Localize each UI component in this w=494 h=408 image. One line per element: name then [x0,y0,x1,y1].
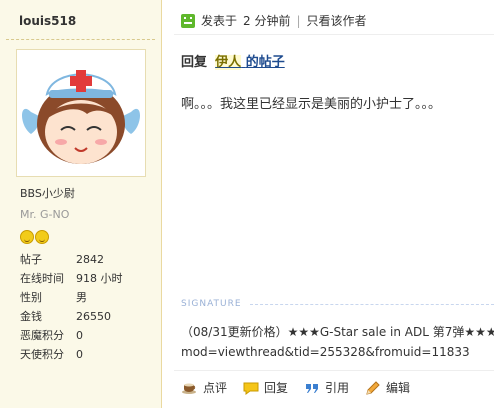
stat-label: 天使积分 [20,348,64,361]
reply-label: 回复 [264,381,289,395]
stat-row: 恶魔积分 0 [20,326,123,345]
posted-prefix: 发表于 [201,14,238,28]
stat-value: 918 小时 [76,272,123,285]
coffee-cup-icon [182,380,198,396]
stat-label: 帖子 [20,253,42,266]
author-rank: BBS小少尉 [20,187,75,200]
signature-label: SIGNATURE [181,299,242,309]
signature-line[interactable]: mod=viewthread&tid=255328&fromuid=11833 [181,342,494,362]
smiley-medal-icon [20,230,34,244]
pencil-icon [365,380,381,396]
speech-bubble-icon [243,380,259,396]
signature-line[interactable]: （08/31更新价格）★★★G-Star sale in ADL 第7弹★★★ [181,322,494,342]
meta-divider [174,34,494,35]
quote-label: 引用 [325,381,350,395]
post-meta-bar: 发表于 2 分钟前 | 只看该作者 [181,12,367,29]
edit-button[interactable]: 编辑 [365,379,410,396]
reply-target-user: 伊人 [215,55,242,70]
online-status-icon [181,13,195,28]
reply-heading: 回复 伊人 的帖子 [181,51,285,70]
actions-divider [174,370,494,371]
stat-value: 0 [76,329,83,342]
reply-button[interactable]: 回复 [243,379,288,396]
stat-row: 性别 男 [20,288,123,307]
signature: （08/31更新价格）★★★G-Star sale in ADL 第7弹★★★ … [181,322,494,362]
rate-button[interactable]: 点评 [182,379,227,396]
stat-label: 恶魔积分 [20,329,64,342]
quote-icon [304,380,320,396]
stat-label: 性别 [20,291,42,304]
author-sidebar: louis518 BBS小少尉 Mr. G-NO 帖子 2842 在线时间 91… [0,0,162,408]
posted-time: 2 分钟前 [243,14,291,28]
reply-target-suffix: 的帖子 [245,55,285,70]
post-content: 发表于 2 分钟前 | 只看该作者 回复 伊人 的帖子 啊。。。我这里已经显示是… [162,0,494,408]
stat-value: 男 [76,291,87,304]
quote-button[interactable]: 引用 [304,379,349,396]
stat-row: 金钱 26550 [20,307,123,326]
smiley-medal-icon [35,230,49,244]
post-actions: 点评 回复 引用 编辑 [182,379,426,396]
medals [20,229,50,245]
stat-value: 26550 [76,310,111,323]
stat-value: 0 [76,348,83,361]
author-username[interactable]: louis518 [19,14,76,28]
signature-divider [250,304,494,305]
stat-label: 在线时间 [20,272,64,285]
only-author-link[interactable]: 只看该作者 [307,12,367,29]
reply-target-link[interactable]: 伊人 的帖子 [215,55,285,70]
sidebar-divider [6,39,155,40]
stat-value: 2842 [76,253,104,266]
rate-label: 点评 [203,381,228,395]
stat-label: 金钱 [20,310,42,323]
stat-row: 帖子 2842 [20,250,123,269]
author-stats: 帖子 2842 在线时间 918 小时 性别 男 金钱 26550 恶魔积分 0 天使积分… [20,250,123,364]
nurse-avatar-icon [22,70,140,164]
post-message: 啊。。。我这里已经显示是美丽的小护士了。。。 [181,97,442,112]
author-title: Mr. G-NO [20,208,70,221]
stat-row: 在线时间 918 小时 [20,269,123,288]
stat-row: 天使积分 0 [20,345,123,364]
meta-separator: | [296,13,301,28]
reply-label: 回复 [181,55,208,70]
edit-label: 编辑 [386,381,411,395]
avatar[interactable] [16,49,146,177]
